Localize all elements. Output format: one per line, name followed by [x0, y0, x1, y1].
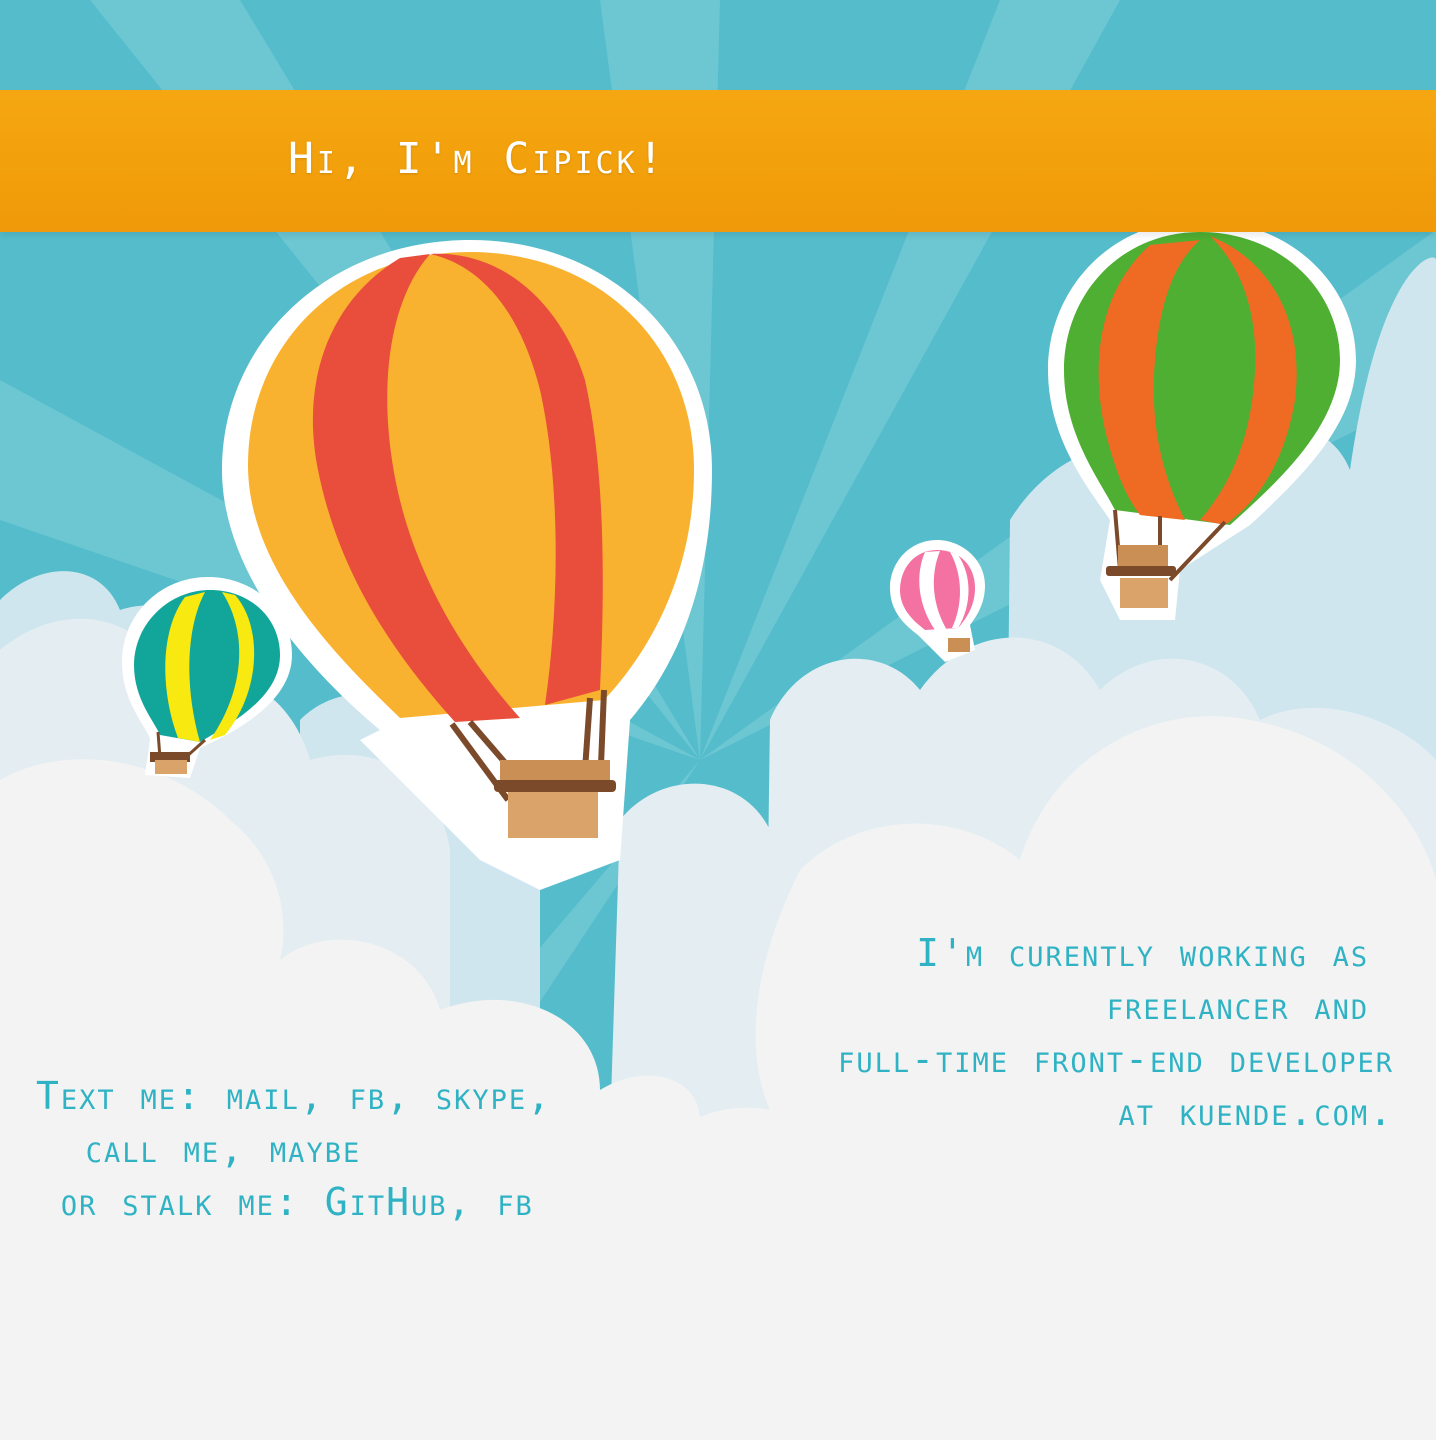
fb-link[interactable]: fb — [350, 1074, 387, 1118]
contact-sep-2: , — [386, 1074, 436, 1118]
page-title: Hi, I'm Cipick! — [288, 134, 667, 184]
contact-prefix: Text me: — [36, 1074, 227, 1118]
contact-sep-3: , — [527, 1074, 553, 1118]
contact-sep-4: , — [447, 1180, 498, 1224]
call-link[interactable]: call me, maybe — [86, 1127, 361, 1171]
contact-sep-1: , — [299, 1074, 350, 1118]
contact-info: Text me: mail, fb, skype, call me, maybe… — [36, 1070, 552, 1229]
stalk-prefix: or stalk me: — [36, 1180, 325, 1224]
kuende-link[interactable]: kuende.com — [1180, 1090, 1369, 1134]
work-line-4-suffix: . — [1369, 1090, 1394, 1134]
call-prefix — [36, 1127, 86, 1171]
fb-link-2[interactable]: fb — [497, 1180, 534, 1224]
work-line-1: I'm curently working as — [916, 931, 1394, 975]
mail-link[interactable]: mail — [227, 1074, 300, 1118]
work-line-4-prefix: at — [1118, 1090, 1180, 1134]
work-line-2: freelancer and — [1106, 984, 1394, 1028]
work-info: I'm curently working as freelancer and f… — [838, 927, 1394, 1139]
github-link[interactable]: GitHub — [325, 1180, 448, 1224]
title-banner — [0, 90, 1436, 232]
work-line-3: full-time front-end developer — [838, 1037, 1394, 1081]
skype-link[interactable]: skype — [436, 1074, 527, 1118]
